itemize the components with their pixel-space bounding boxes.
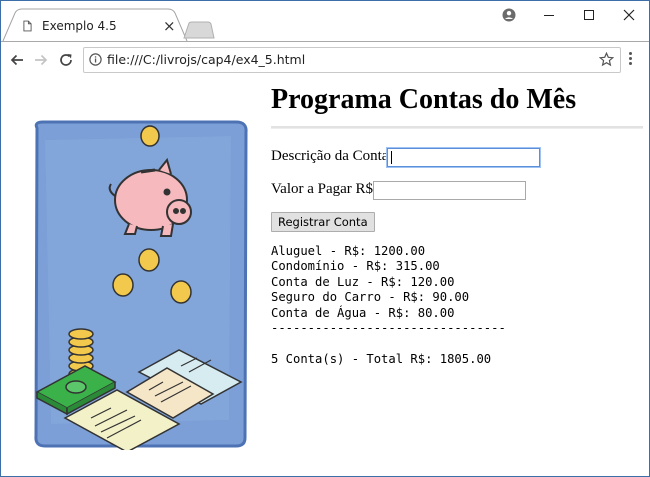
valor-label: Valor a Pagar R$: <box>271 181 378 197</box>
reload-button[interactable] <box>54 48 78 72</box>
maximize-icon <box>584 10 594 20</box>
reload-icon <box>60 54 72 66</box>
title-divider <box>271 126 643 129</box>
output-line: Seguro do Carro - R$: 90.00 <box>271 290 470 305</box>
output-line: Conta de Água - R$: 80.00 <box>271 305 455 320</box>
text-caret <box>391 151 392 164</box>
bookmark-star-icon[interactable] <box>599 52 614 67</box>
close-icon <box>623 9 635 21</box>
browser-window: Exemplo 4.5 × file:///C:/livrojs/cap4/ex… <box>0 0 650 477</box>
output-total: 5 Conta(s) - Total R$: 1805.00 <box>271 351 492 366</box>
title-bar: Exemplo 4.5 × <box>1 1 649 42</box>
info-icon <box>89 53 102 66</box>
maximize-button[interactable] <box>569 1 609 29</box>
output-line: Conta de Luz - R$: 120.00 <box>271 274 455 289</box>
profile-button[interactable] <box>489 1 529 29</box>
profile-icon <box>502 8 516 22</box>
close-window-button[interactable] <box>609 1 649 29</box>
tab-active[interactable]: Exemplo 4.5 × <box>9 13 181 41</box>
back-button[interactable] <box>5 48 29 72</box>
output-line: Condomínio - R$: 315.00 <box>271 259 440 274</box>
page-content: Programa Contas do Mês Descrição da Cont… <box>1 78 649 476</box>
menu-kebab-icon[interactable] <box>629 52 633 67</box>
descricao-input[interactable] <box>387 148 540 167</box>
document-icon <box>23 20 32 32</box>
bills-illustration <box>34 120 248 450</box>
tab-title: Exemplo 4.5 <box>42 19 117 33</box>
registrar-conta-button[interactable]: Registrar Conta <box>271 212 375 232</box>
address-bar[interactable]: file:///C:/livrojs/cap4/ex4_5.html <box>83 47 621 73</box>
output-line: Aluguel - R$: 1200.00 <box>271 244 426 258</box>
descricao-label: Descrição da Conta: <box>271 148 393 164</box>
browser-toolbar: file:///C:/livrojs/cap4/ex4_5.html <box>1 41 649 79</box>
forward-button[interactable] <box>29 48 53 72</box>
minimize-icon <box>544 15 554 16</box>
minimize-button[interactable] <box>529 1 569 29</box>
forward-arrow-icon <box>35 54 48 66</box>
url-text: file:///C:/livrojs/cap4/ex4_5.html <box>107 52 306 67</box>
new-tab-button[interactable] <box>183 21 215 39</box>
page-title: Programa Contas do Mês <box>271 84 577 115</box>
output-separator: -------------------------------- <box>271 321 506 336</box>
output-list: Aluguel - R$: 1200.00 Condomínio - R$: 3… <box>271 244 506 367</box>
back-arrow-icon <box>10 54 23 66</box>
valor-input[interactable] <box>373 181 526 200</box>
tab-close-button[interactable]: × <box>163 17 176 35</box>
